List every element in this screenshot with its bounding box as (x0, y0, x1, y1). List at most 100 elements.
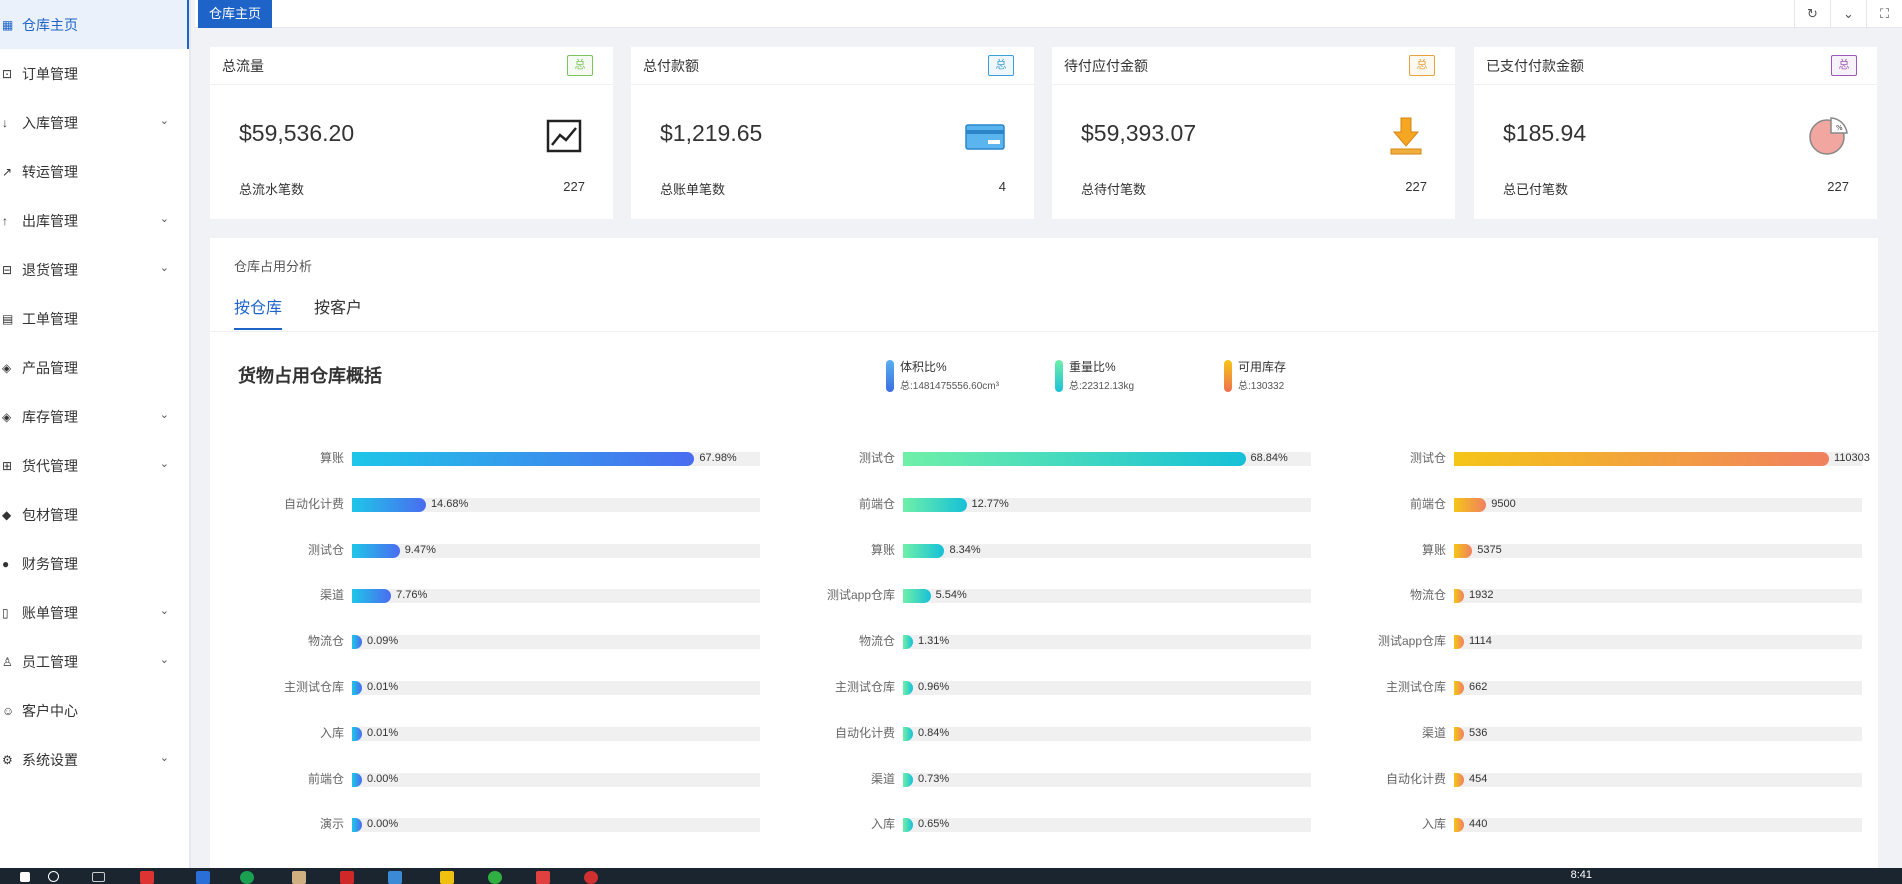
sidebar-item-11[interactable]: ● 财务管理 (0, 539, 189, 588)
sidebar-item-9[interactable]: ⊞ 货代管理 ⌄ (0, 441, 189, 490)
app-icon[interactable] (388, 871, 402, 884)
sidebar-item-0[interactable]: ▦ 仓库主页 (0, 0, 189, 49)
card-footer: 总账单笔数 4 (660, 179, 1006, 198)
task-view-icon[interactable] (92, 872, 105, 882)
sidebar-item-15[interactable]: ⚙ 系统设置 ⌄ (0, 735, 189, 784)
bar-row: 自动化计费 0.84% (785, 725, 1345, 741)
app-icon[interactable] (584, 871, 598, 884)
chrome-icon[interactable] (140, 871, 154, 884)
chevron-down-icon[interactable]: ⌄ (1830, 0, 1866, 28)
bar-row: 测试app仓库 5.54% (785, 587, 1345, 604)
bar-row: 演示 0.00% (234, 816, 794, 833)
folder-icon[interactable] (440, 871, 454, 884)
card-title-text: 总付款额 (643, 58, 699, 74)
sidebar-item-7[interactable]: ◈ 产品管理 (0, 343, 189, 392)
bar-track (1454, 452, 1862, 466)
tab-by-customer[interactable]: 按客户 (314, 294, 362, 318)
category-label: 演示 (319, 817, 344, 832)
sidebar-item-label: 转运管理 (22, 163, 78, 180)
sidebar-item-6[interactable]: ▤ 工单管理 (0, 294, 189, 343)
sidebar-item-label: 退货管理 (22, 261, 78, 278)
sidebar-item-1[interactable]: ⊡ 订单管理 (0, 49, 189, 98)
tab-by-warehouse[interactable]: 按仓库 (234, 294, 282, 318)
sidebar-item-14[interactable]: ☺ 客户中心 (0, 686, 189, 735)
legend-name: 重量比% (1069, 360, 1116, 374)
bar-row: 渠道 536 (1336, 725, 1896, 741)
data-label: 0.84% (918, 726, 950, 739)
data-label: 9500 (1491, 497, 1516, 510)
network-icon: ⊞ (2, 458, 13, 473)
refresh-icon[interactable]: ↻ (1794, 0, 1830, 28)
app-icon[interactable] (240, 871, 254, 884)
bar-row: 入库 0.65% (785, 816, 1345, 833)
card-value: $1,219.65 (660, 120, 763, 146)
sidebar-item-5[interactable]: ⊟ 退货管理 ⌄ (0, 245, 189, 294)
fullscreen-icon[interactable]: ⛶ (1866, 0, 1902, 28)
card-title-text: 待付应付金额 (1064, 58, 1148, 74)
sidebar-item-label: 产品管理 (22, 359, 78, 376)
sidebar-item-12[interactable]: ▯ 账单管理 ⌄ (0, 588, 189, 637)
bar-row: 算账 8.34% (785, 542, 1345, 558)
legend-swatch (1055, 360, 1063, 392)
sidebar-item-2[interactable]: ↓ 入库管理 ⌄ (0, 98, 189, 147)
app-icon[interactable] (292, 871, 306, 884)
bar (352, 452, 695, 466)
bar-row: 主测试仓库 0.01% (234, 679, 794, 695)
data-label: 0.09% (367, 635, 399, 648)
category-label: 物流仓 (858, 634, 895, 649)
start-icon[interactable] (20, 872, 30, 882)
search-icon[interactable] (48, 871, 59, 882)
bar (903, 818, 913, 833)
app-icon[interactable] (196, 871, 210, 884)
sidebar-item-4[interactable]: ↑ 出库管理 ⌄ (0, 196, 189, 245)
bar-track (1454, 635, 1862, 650)
arrow-up-icon: ↑ (2, 213, 8, 228)
svg-text:%: % (1836, 124, 1843, 132)
card-title: 总流量 总 (210, 47, 613, 85)
category-label: 入库 (870, 817, 895, 832)
app-icon[interactable] (488, 871, 502, 884)
bar (1454, 589, 1464, 604)
bar-row: 测试仓 110303 (1336, 450, 1896, 466)
summary-card: 已支付付款金额 总 $185.94% 总已付笔数 227 (1474, 47, 1877, 219)
category-label: 前端仓 (1409, 496, 1446, 511)
legend-name: 体积比% (900, 360, 947, 374)
card-foot-count: 227 (1827, 179, 1849, 194)
app-icon[interactable] (340, 871, 354, 884)
data-label: 14.68% (430, 497, 469, 510)
bar (352, 772, 362, 787)
tab-divider (210, 331, 1878, 332)
bar-track (903, 818, 1311, 833)
bar (903, 589, 931, 604)
data-label: 1.31% (918, 635, 950, 648)
bar (903, 772, 913, 787)
total-badge: 总 (567, 55, 593, 76)
category-label: 物流仓 (307, 634, 344, 649)
bar-row: 前端仓 12.77% (785, 496, 1345, 512)
package-icon: ◆ (2, 507, 12, 522)
app-icon[interactable] (536, 871, 550, 884)
bar (1454, 772, 1464, 787)
legend-name: 可用库存 (1238, 360, 1287, 374)
data-label: 440 (1469, 818, 1488, 831)
card-title: 总付款额 总 (631, 47, 1034, 85)
sidebar-item-3[interactable]: ↗ 转运管理 (0, 147, 189, 196)
tab-warehouse-home[interactable]: 仓库主页 (198, 0, 273, 28)
card-value: $59,393.07 (1081, 120, 1197, 146)
data-label: 0.01% (367, 681, 399, 693)
sidebar-item-13[interactable]: ♙ 员工管理 ⌄ (0, 637, 189, 686)
category-label: 前端仓 (307, 771, 344, 786)
card-foot-label: 总待付笔数 (1081, 182, 1147, 197)
data-label: 7.76% (396, 589, 428, 602)
data-label: 110303 (1834, 452, 1870, 464)
card-foot-count: 4 (998, 179, 1006, 194)
category-label: 主测试仓库 (834, 680, 895, 694)
bar (1454, 543, 1473, 558)
sidebar-item-8[interactable]: ◈ 库存管理 ⌄ (0, 392, 189, 441)
sidebar-item-10[interactable]: ◆ 包材管理 (0, 490, 189, 539)
gear-icon: ⚙ (2, 752, 13, 767)
category-label: 测试仓 (307, 542, 344, 557)
bar-row: 前端仓 9500 (1336, 496, 1896, 512)
bar-track (903, 497, 1311, 512)
data-label: 0.96% (918, 681, 950, 693)
